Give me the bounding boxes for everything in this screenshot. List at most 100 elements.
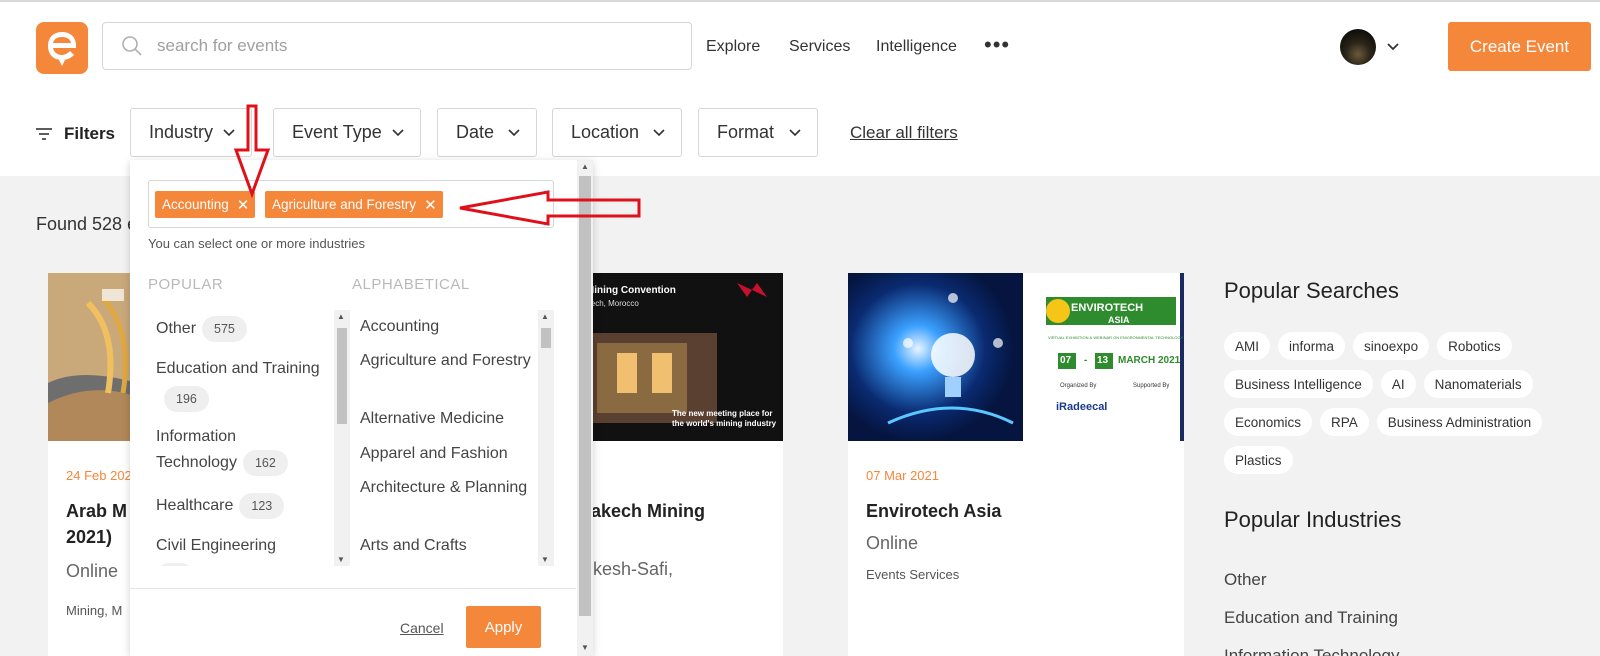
- popular-heading: POPULAR: [148, 276, 224, 293]
- nav-services[interactable]: Services: [789, 38, 850, 56]
- selected-industries-box[interactable]: Accounting ✕ Agriculture and Forestry ✕: [148, 180, 554, 228]
- search-tag[interactable]: AI: [1380, 370, 1416, 398]
- alphabetical-item[interactable]: Accounting: [360, 314, 540, 339]
- search-tag[interactable]: Nanomaterials: [1423, 370, 1533, 398]
- alphabetical-item[interactable]: Agriculture and Forestry: [360, 348, 540, 373]
- event-title-line2[interactable]: 2021): [66, 524, 112, 550]
- poster-day-end: 13: [1097, 355, 1109, 366]
- search-tag[interactable]: informa: [1278, 332, 1346, 360]
- popular-item-label: Healthcare: [156, 497, 234, 515]
- banner-caption: The new meeting place for: [672, 409, 773, 418]
- selection-hint: You can select one or more industries: [148, 236, 366, 251]
- remove-chip-icon[interactable]: ✕: [237, 196, 250, 214]
- poster-supported-by: Supported By: [1133, 383, 1170, 389]
- count-badge: 162: [242, 450, 288, 476]
- more-menu-icon[interactable]: •••: [984, 34, 1010, 56]
- filter-location-label: Location: [571, 122, 640, 142]
- popular-item-label: Information: [156, 428, 237, 445]
- scroll-down-icon[interactable]: ▼: [337, 555, 345, 564]
- filter-industry-label: Industry: [149, 122, 214, 142]
- event-location: Online: [66, 561, 119, 581]
- event-title[interactable]: rrakech Mining: [577, 498, 705, 524]
- filters-label: Filters: [36, 124, 115, 144]
- industry-link[interactable]: Information Technology: [1224, 646, 1399, 656]
- alphabetical-item[interactable]: Arts and Crafts: [360, 533, 540, 558]
- alphabetical-item[interactable]: Architecture & Planning: [360, 475, 540, 500]
- chip-label: Accounting: [162, 197, 229, 212]
- filter-event-type-label: Event Type: [292, 122, 382, 142]
- search-tag[interactable]: AMI: [1224, 332, 1271, 360]
- nav-intelligence[interactable]: Intelligence: [876, 38, 957, 56]
- search-tag[interactable]: Economics: [1224, 408, 1313, 436]
- industry-dropdown: Accounting ✕ Agriculture and Forestry ✕ …: [130, 160, 593, 656]
- search-input[interactable]: [157, 36, 657, 56]
- dropdown-scrollbar[interactable]: ▲ ▼: [577, 160, 593, 656]
- search-tag[interactable]: RPA: [1320, 408, 1369, 436]
- alphabetical-scrollbar[interactable]: ▲ ▼: [538, 310, 554, 566]
- event-title[interactable]: Arab M: [66, 498, 127, 524]
- filter-location[interactable]: Location: [552, 108, 682, 157]
- industry-link[interactable]: Education and Training: [1224, 608, 1398, 628]
- count-badge: 123: [239, 493, 285, 519]
- chevron-down-icon: [392, 129, 404, 137]
- search-tag[interactable]: Business Administration: [1376, 408, 1543, 436]
- search-box[interactable]: [102, 22, 692, 70]
- poster-title-line2: ASIA: [1108, 315, 1130, 325]
- poster-organized-by: Organized By: [1060, 383, 1097, 389]
- search-tag[interactable]: sinoexpo: [1353, 332, 1430, 360]
- scroll-down-icon[interactable]: ▼: [541, 555, 549, 564]
- poster-day-start: 07: [1060, 355, 1072, 366]
- alphabetical-item[interactable]: Apparel and Fashion: [360, 441, 540, 466]
- scroll-down-icon[interactable]: ▼: [581, 643, 589, 652]
- create-event-button[interactable]: Create Event: [1448, 22, 1591, 71]
- filter-format[interactable]: Format: [698, 108, 818, 157]
- logo-e-icon: [48, 32, 76, 66]
- cancel-link[interactable]: Cancel: [400, 620, 444, 636]
- popular-item-label: Other: [156, 320, 197, 338]
- poster-subtitle: VIRTUAL EXHIBITION & WEBINAR ON ENVIRONM…: [1048, 335, 1184, 340]
- scroll-thumb[interactable]: [541, 328, 551, 348]
- clear-all-filters-link[interactable]: Clear all filters: [850, 123, 958, 143]
- scroll-up-icon[interactable]: ▲: [581, 162, 589, 171]
- alphabetical-item[interactable]: Alternative Medicine: [360, 406, 540, 431]
- alphabetical-heading: ALPHABETICAL: [352, 276, 470, 293]
- dropdown-divider: [130, 588, 576, 589]
- selected-chip: Agriculture and Forestry ✕: [265, 191, 443, 218]
- popular-item[interactable]: Education and Training 196: [156, 356, 320, 412]
- remove-chip-icon[interactable]: ✕: [424, 196, 437, 214]
- popular-industries-title: Popular Industries: [1224, 507, 1402, 532]
- filter-industry[interactable]: Industry: [130, 108, 252, 157]
- popular-scrollbar[interactable]: ▲ ▼: [334, 310, 350, 566]
- popular-searches-tags: AMI informa sinoexpo Robotics Business I…: [1224, 332, 1564, 474]
- filter-date[interactable]: Date: [437, 108, 537, 157]
- scroll-thumb[interactable]: [337, 328, 347, 424]
- popular-item[interactable]: Healthcare 123: [156, 493, 285, 519]
- poster-organizer-logo: iRadeecal: [1056, 401, 1108, 413]
- popular-item[interactable]: Information Technology 162: [156, 424, 288, 476]
- search-tag[interactable]: Business Intelligence: [1224, 370, 1373, 398]
- chevron-down-icon: [653, 129, 665, 137]
- nav-explore[interactable]: Explore: [706, 38, 760, 56]
- chevron-down-icon[interactable]: [1386, 40, 1400, 54]
- scroll-thumb[interactable]: [579, 176, 591, 616]
- scroll-up-icon[interactable]: ▲: [541, 312, 549, 321]
- event-card[interactable]: h Mining Convention rrakech, Morocco The…: [577, 273, 783, 656]
- filter-event-type[interactable]: Event Type: [273, 108, 421, 157]
- site-logo[interactable]: [36, 22, 88, 74]
- count-badge: 89: [156, 563, 194, 566]
- industry-link[interactable]: Other: [1224, 570, 1267, 590]
- event-category: Events Services: [866, 567, 960, 582]
- poster-dash: -: [1084, 355, 1088, 366]
- avatar[interactable]: [1340, 29, 1376, 65]
- apply-button[interactable]: Apply: [466, 606, 541, 648]
- event-title[interactable]: Envirotech Asia: [866, 498, 1001, 524]
- event-location: Online: [866, 533, 919, 553]
- scroll-up-icon[interactable]: ▲: [337, 312, 345, 321]
- event-card[interactable]: ENVIROTECH ASIA VIRTUAL EXHIBITION & WEB…: [848, 273, 1184, 656]
- count-badge: 575: [202, 316, 247, 342]
- popular-item[interactable]: Other 575: [156, 316, 247, 342]
- popular-item[interactable]: Civil Engineering 89: [156, 533, 276, 566]
- search-icon: [122, 36, 142, 56]
- search-tag[interactable]: Plastics: [1224, 446, 1293, 474]
- search-tag[interactable]: Robotics: [1437, 332, 1512, 360]
